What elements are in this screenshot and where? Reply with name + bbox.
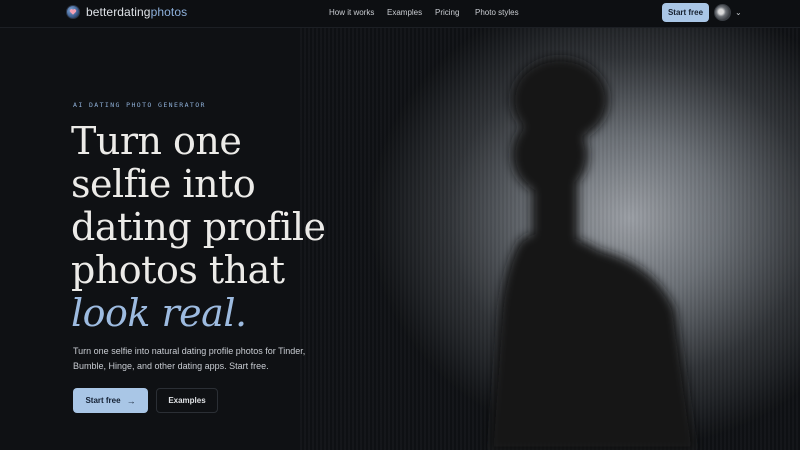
start-free-label: Start free	[85, 396, 121, 405]
brand-name: betterdatingphotos	[86, 5, 188, 19]
heart-logo-icon	[66, 5, 80, 19]
nav-link-pricing[interactable]: Pricing	[435, 8, 459, 17]
avatar	[714, 4, 731, 21]
chevron-down-icon: ⌄	[735, 8, 742, 17]
hero-silhouette-image	[490, 58, 695, 450]
account-menu[interactable]: ⌄	[714, 4, 742, 21]
headline-accent: look real.	[71, 291, 247, 335]
nav-start-free-button[interactable]: Start free	[662, 3, 709, 22]
hero-headline: Turn one selfie into dating profile phot…	[71, 120, 391, 335]
landing-page: betterdatingphotos How it works Examples…	[0, 0, 800, 450]
hero-eyebrow: AI DATING PHOTO GENERATOR	[73, 101, 206, 109]
brand-logo[interactable]: betterdatingphotos	[66, 5, 187, 19]
hero-examples-button[interactable]: Examples	[156, 388, 218, 413]
headline-line: Turn one	[71, 119, 242, 163]
hero-subtext: Turn one selfie into natural dating prof…	[73, 346, 306, 371]
nav-link-examples[interactable]: Examples	[387, 8, 422, 17]
arrow-right-icon: →	[126, 395, 136, 406]
headline-line: selfie into	[71, 162, 256, 206]
hero-start-free-button[interactable]: Start free →	[73, 388, 148, 413]
nav-link-how-it-works[interactable]: How it works	[329, 8, 374, 17]
nav-link-photo-styles[interactable]: Photo styles	[475, 8, 519, 17]
top-navbar: betterdatingphotos How it works Examples…	[0, 0, 800, 28]
headline-line: dating profile	[71, 205, 326, 249]
headline-line: photos that	[71, 248, 285, 292]
